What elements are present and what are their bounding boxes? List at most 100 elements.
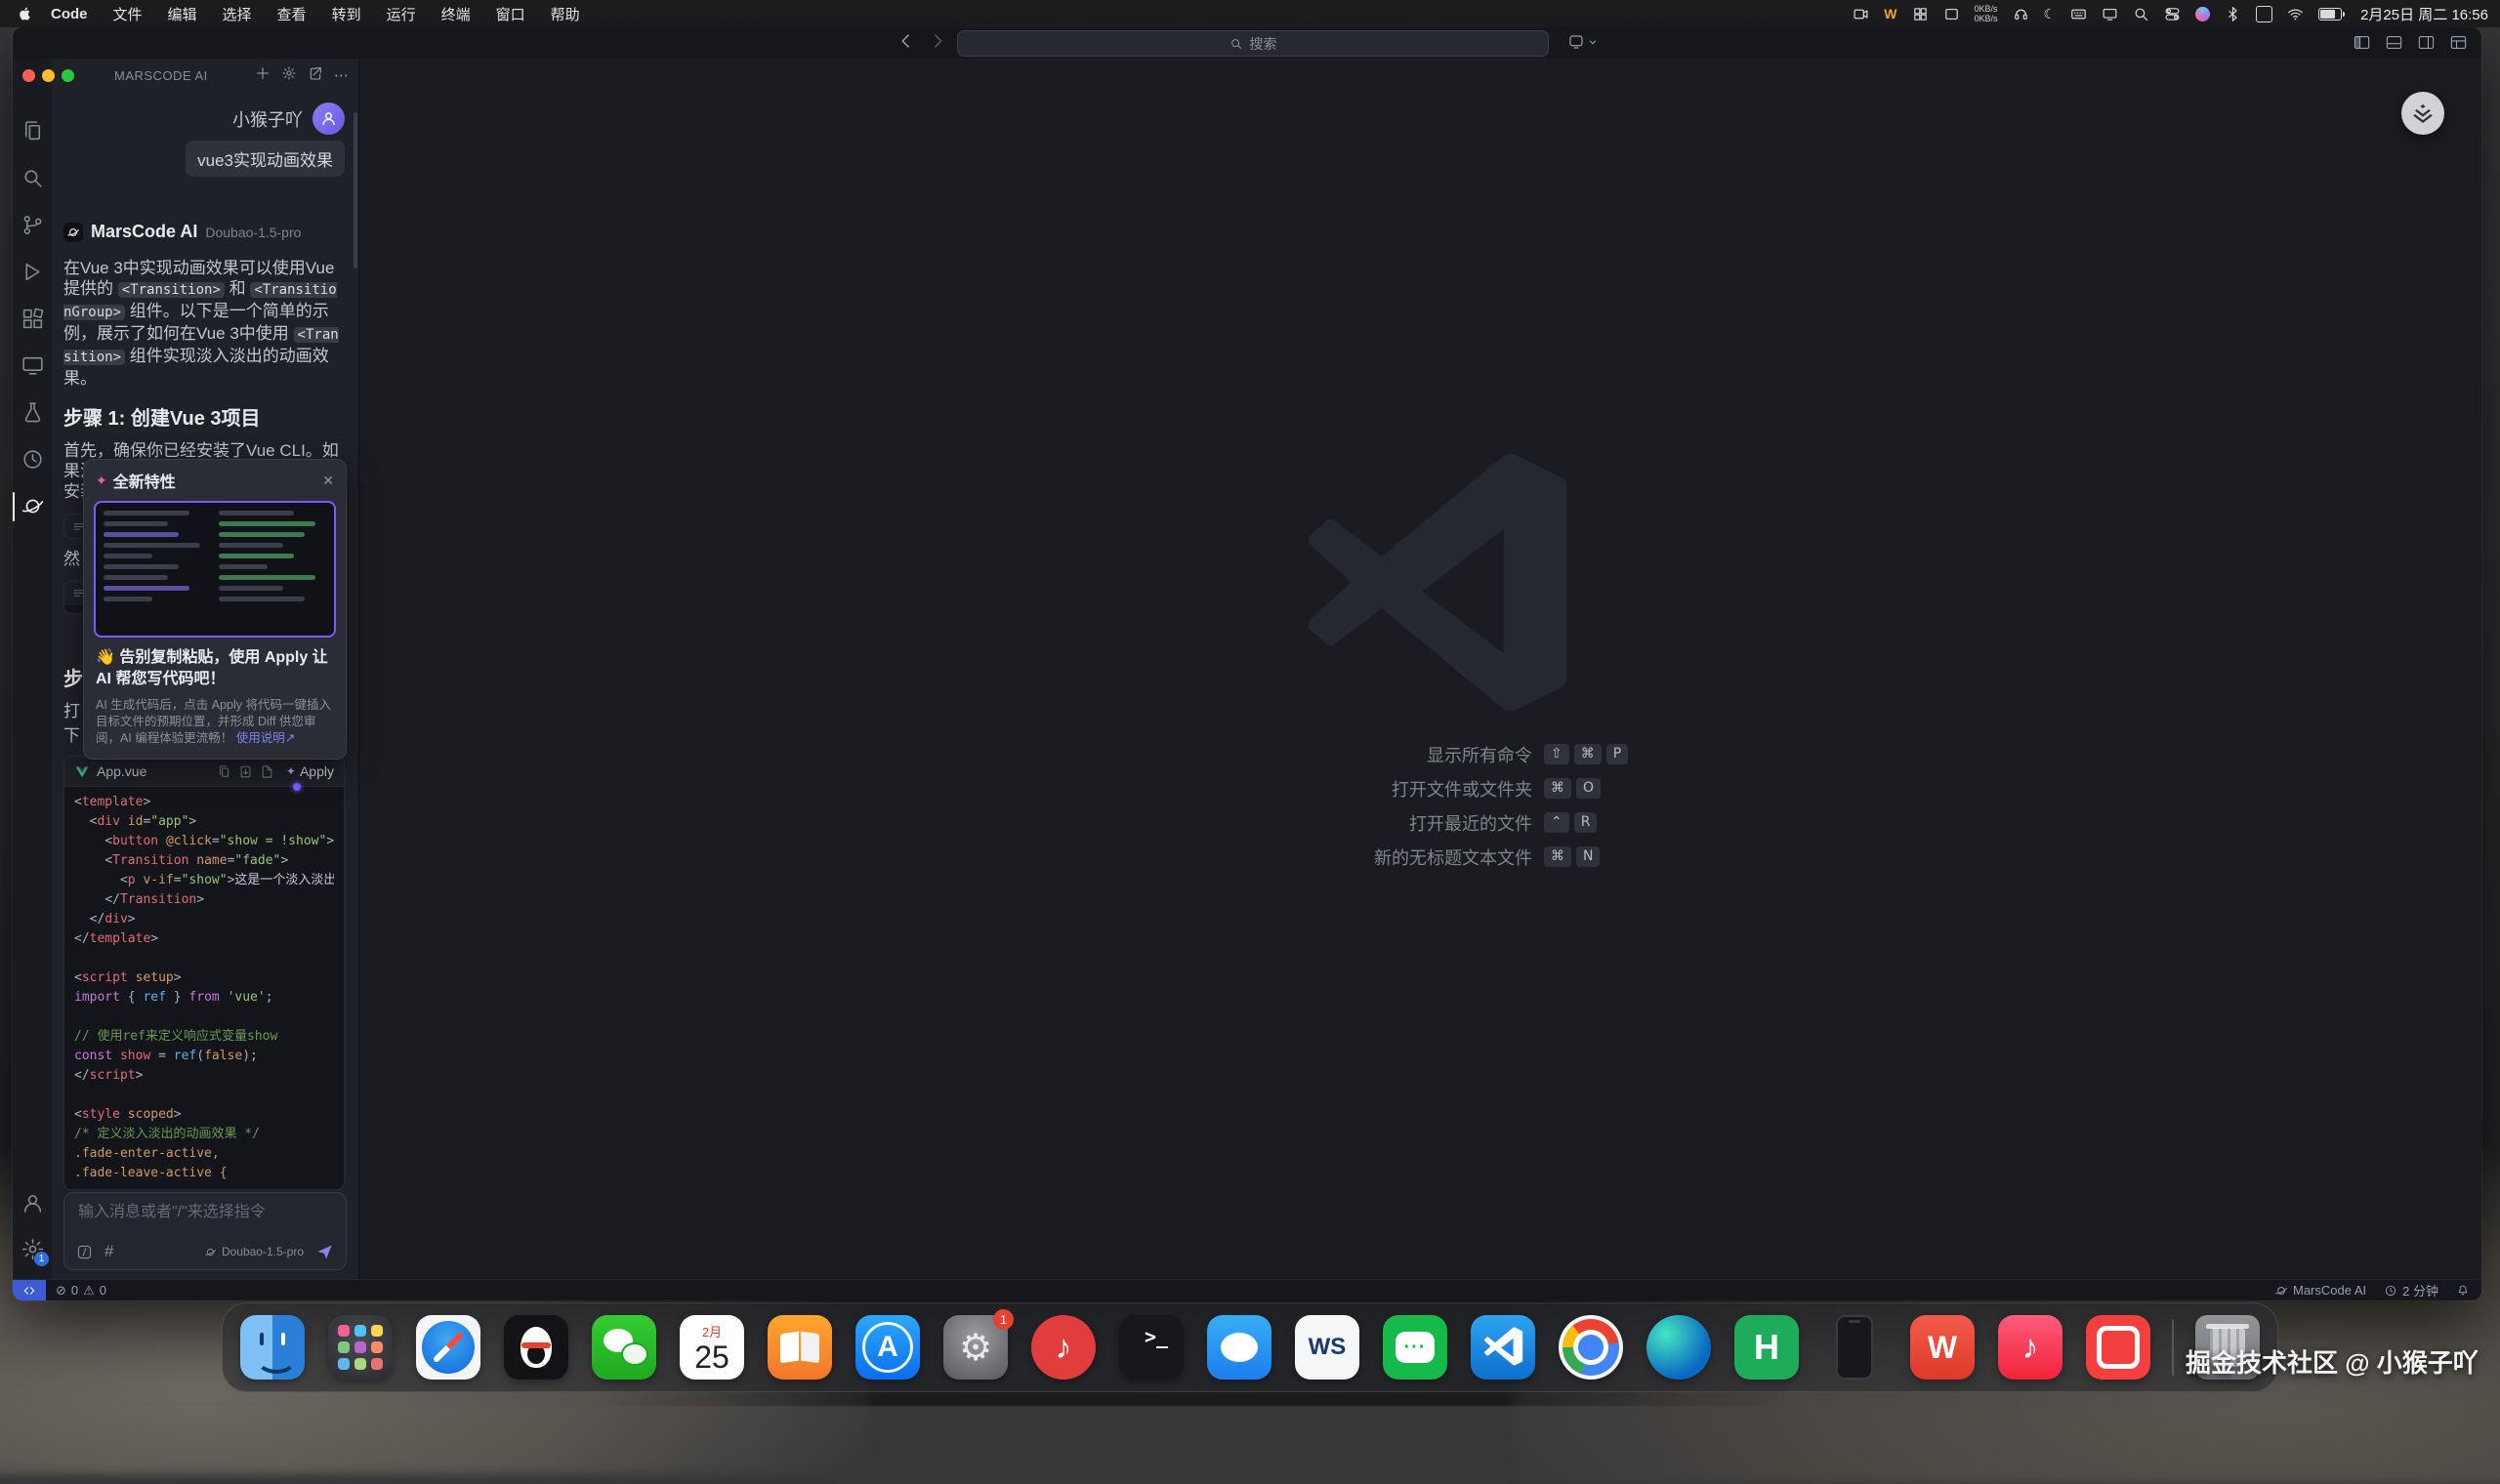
more-actions-icon[interactable]: ⋯ <box>334 68 349 84</box>
dock-calendar-icon[interactable]: 2月25 <box>676 1311 748 1383</box>
keycap: ⌘ <box>1544 846 1571 867</box>
toggle-panel-right-icon[interactable] <box>2417 33 2436 57</box>
usage-guide-link[interactable]: 使用说明↗ <box>236 731 295 745</box>
search-icon <box>1229 37 1243 51</box>
insert-code-icon[interactable] <box>238 764 253 779</box>
run-debug-icon[interactable] <box>21 260 46 285</box>
model-selector[interactable]: Doubao-1.5-pro <box>204 1245 304 1258</box>
apple-menu-icon[interactable] <box>18 6 33 21</box>
dock-wechat-devtools-icon[interactable]: ··· <box>1379 1311 1451 1383</box>
minimize-window-icon[interactable] <box>42 69 55 82</box>
dock-hbuilder-icon[interactable]: H <box>1730 1311 1803 1383</box>
dock-netease-music-icon[interactable]: ♪ <box>1027 1311 1100 1383</box>
search-icon[interactable] <box>21 166 46 191</box>
network-speed[interactable]: 0KB/s 0KB/s <box>1975 4 1998 23</box>
code-token: Transition <box>120 892 196 907</box>
source-control-icon[interactable] <box>21 213 46 238</box>
menubar-item-运行[interactable]: 运行 <box>387 4 416 24</box>
customize-layout-icon[interactable] <box>2449 33 2468 57</box>
share-icon[interactable] <box>308 65 323 86</box>
wps-menubar-icon[interactable]: W <box>1884 6 1896 21</box>
extensions-icon[interactable] <box>21 307 46 332</box>
dock-edge-icon[interactable] <box>1643 1311 1715 1383</box>
testing-icon[interactable] <box>21 400 46 426</box>
problems-indicator[interactable]: ⊘ 0 ⚠ 0 <box>56 1283 106 1298</box>
notifications-bell-icon[interactable] <box>2456 1284 2470 1298</box>
close-icon[interactable]: ✕ <box>322 473 334 489</box>
statusbar-marscode[interactable]: MarsCode AI <box>2274 1283 2366 1298</box>
bluetooth-icon[interactable] <box>2225 6 2241 22</box>
menubar-item-选择[interactable]: 选择 <box>223 4 252 24</box>
spotlight-search-icon[interactable] <box>2133 6 2149 22</box>
code-token: < <box>104 834 112 848</box>
slash-commands-icon[interactable] <box>76 1244 93 1260</box>
dock-books-icon[interactable] <box>764 1311 836 1383</box>
close-window-icon[interactable] <box>22 69 35 82</box>
statusbar-duration[interactable]: 2 分钟 <box>2384 1281 2438 1299</box>
back-icon[interactable] <box>896 31 916 56</box>
copy-code-icon[interactable] <box>217 764 231 779</box>
menubar-datetime[interactable]: 2月25日 周二 16:56 <box>2360 4 2488 24</box>
forward-icon[interactable] <box>928 31 947 56</box>
dock-wps-icon[interactable]: WS <box>1291 1311 1363 1383</box>
menubar-item-编辑[interactable]: 编辑 <box>168 4 197 24</box>
dock-chat-app-icon[interactable] <box>1203 1311 1275 1383</box>
apply-button[interactable]: ✦ Apply <box>286 763 334 779</box>
remote-indicator[interactable] <box>13 1280 46 1300</box>
battery-icon[interactable] <box>2318 8 2342 21</box>
menubar-item-转到[interactable]: 转到 <box>332 4 361 24</box>
focus-mode-icon[interactable]: ☾ <box>2044 6 2057 22</box>
marscode-icon[interactable] <box>21 494 46 519</box>
timeline-icon[interactable] <box>21 447 46 473</box>
menubar-item-帮助[interactable]: 帮助 <box>551 4 580 24</box>
grid-menubar-icon[interactable] <box>1912 6 1929 22</box>
dock-iphone-mirror-icon[interactable] <box>1818 1311 1891 1383</box>
dock-qq-icon[interactable] <box>500 1311 572 1383</box>
panel-scrollbar[interactable] <box>354 112 357 268</box>
panel-settings-icon[interactable] <box>281 65 297 86</box>
remote-explorer-icon[interactable] <box>21 353 46 379</box>
menubar-item-终端[interactable]: 终端 <box>441 4 471 24</box>
new-file-icon[interactable] <box>260 764 274 779</box>
window-menubar-icon[interactable] <box>1943 6 1960 22</box>
dock-chrome-icon[interactable] <box>1555 1311 1627 1383</box>
context-hash-icon[interactable]: # <box>104 1242 113 1261</box>
assistant-icon[interactable] <box>1567 33 1598 51</box>
dock-red-app-icon[interactable] <box>2082 1311 2154 1383</box>
code-card-body[interactable]: <template> <div id="app"> <button @click… <box>64 787 344 1189</box>
dock-settings-icon[interactable]: ⚙1 <box>939 1311 1012 1383</box>
zoom-window-icon[interactable] <box>62 69 74 82</box>
keyboard-icon[interactable] <box>2070 6 2087 22</box>
dock-finder-icon[interactable] <box>236 1311 309 1383</box>
menubar-item-文件[interactable]: 文件 <box>113 4 143 24</box>
display-icon[interactable] <box>2102 6 2118 22</box>
menubar-item-Code[interactable]: Code <box>51 6 88 22</box>
dock-launchpad-icon[interactable] <box>324 1311 396 1383</box>
dock-wechat-icon[interactable] <box>588 1311 660 1383</box>
account-icon[interactable] <box>21 1191 46 1216</box>
siri-icon[interactable] <box>2195 7 2210 21</box>
input-method-icon[interactable] <box>2256 6 2272 22</box>
explorer-icon[interactable] <box>21 119 46 144</box>
juejin-widget[interactable] <box>2401 92 2444 135</box>
dock-vscode-icon[interactable] <box>1467 1311 1539 1383</box>
headset-icon[interactable] <box>2013 6 2029 22</box>
meeting-icon[interactable] <box>1853 6 1869 22</box>
wifi-icon[interactable] <box>2287 6 2304 22</box>
command-center-search[interactable]: 搜索 <box>957 30 1549 57</box>
menubar-item-查看[interactable]: 查看 <box>277 4 307 24</box>
dock-safari-icon[interactable] <box>412 1311 484 1383</box>
toggle-panel-bottom-icon[interactable] <box>2385 33 2403 57</box>
menubar-item-窗口[interactable]: 窗口 <box>496 4 525 24</box>
dock-apple-music-icon[interactable]: ♪ <box>1994 1311 2066 1383</box>
control-center-icon[interactable] <box>2164 6 2181 22</box>
dock-terminal-icon[interactable]: >_ <box>1115 1311 1188 1383</box>
dock-appstore-icon[interactable]: A <box>852 1311 924 1383</box>
new-chat-icon[interactable] <box>255 65 271 86</box>
toggle-panel-left-icon[interactable] <box>2353 33 2371 57</box>
code-token: v-if <box>143 873 173 887</box>
dock-wps-365-icon[interactable]: W <box>1906 1311 1979 1383</box>
chat-input[interactable] <box>76 1203 338 1222</box>
send-icon[interactable] <box>315 1243 334 1261</box>
code-token: > <box>128 912 136 927</box>
